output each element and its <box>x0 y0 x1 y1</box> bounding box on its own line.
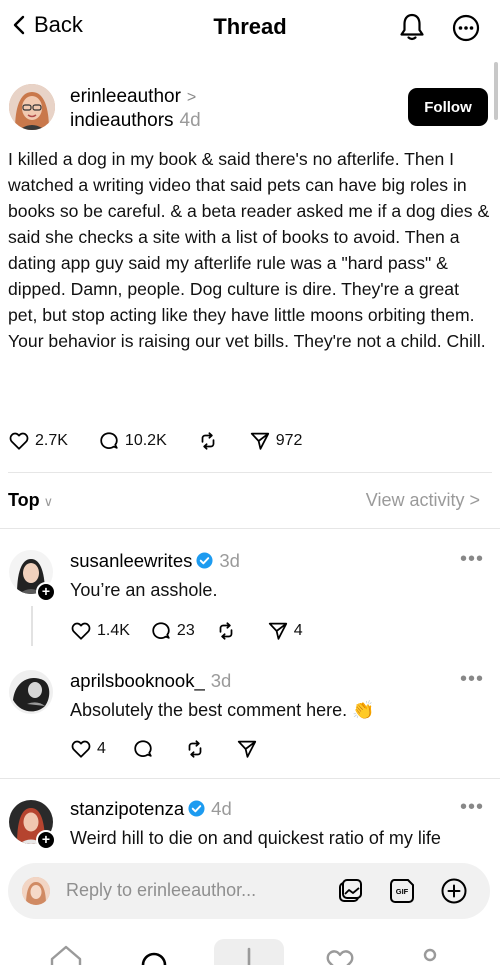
reply-username[interactable]: stanzipotenza <box>70 798 184 819</box>
share-button[interactable]: 972 <box>249 430 303 452</box>
follow-plus-icon[interactable]: + <box>36 582 56 602</box>
avatar[interactable] <box>9 84 55 130</box>
like-button[interactable]: 2.7K <box>8 430 68 452</box>
share-count: 4 <box>293 622 303 639</box>
more-options-icon[interactable] <box>452 14 480 42</box>
sort-dropdown[interactable]: Top ∨ <box>8 490 53 511</box>
share-count: 972 <box>275 432 303 449</box>
comment-button[interactable] <box>132 738 154 760</box>
repost-icon <box>188 740 202 758</box>
verified-badge-icon <box>196 552 213 569</box>
search-icon[interactable] <box>136 943 172 965</box>
view-activity-label: View activity <box>365 490 465 510</box>
reply-author: stanzipotenza 4d <box>70 798 232 820</box>
divider <box>8 472 492 473</box>
bottom-tab-bar <box>0 935 500 965</box>
like-count: 4 <box>97 740 106 757</box>
chevron-right-icon: > <box>469 490 480 510</box>
verified-badge-icon <box>188 800 205 817</box>
comment-count: 23 <box>176 622 195 639</box>
more-icon[interactable]: ••• <box>460 668 484 691</box>
follow-plus-icon[interactable]: + <box>36 830 56 850</box>
top-bar: Back Thread <box>0 0 500 56</box>
bell-icon[interactable] <box>398 12 426 42</box>
reply-text: Absolutely the best comment here. 👏 <box>70 700 375 721</box>
svg-text:GIF: GIF <box>396 887 409 896</box>
post-actions: 2.7K 10.2K 972 <box>8 430 332 452</box>
comment-icon <box>152 622 170 640</box>
reply-item: + stanzipotenza 4d ••• Weird hill to die … <box>0 796 500 856</box>
post-author[interactable]: erinleeauthor > <box>70 86 196 108</box>
more-icon[interactable]: ••• <box>460 548 484 571</box>
home-icon[interactable] <box>48 943 84 965</box>
reply-actions: 4 <box>70 738 288 760</box>
plus-icon <box>247 947 251 965</box>
create-tab[interactable] <box>214 939 284 965</box>
comment-button[interactable]: 10.2K <box>98 430 167 452</box>
add-icon[interactable] <box>440 877 468 905</box>
reply-input[interactable]: Reply to erinleeauthor... <box>66 880 256 901</box>
reply-item: + susanleewrites 3d ••• You’re an asshole… <box>0 546 500 646</box>
reply-time: 4d <box>211 798 232 819</box>
send-icon <box>250 432 269 450</box>
send-icon <box>268 622 287 640</box>
reply-username[interactable]: susanleewrites <box>70 550 192 571</box>
reply-text: You’re an asshole. <box>70 580 218 600</box>
reply-time: 3d <box>219 550 240 571</box>
repost-button[interactable] <box>184 738 206 760</box>
reply-text-content: Absolutely the best comment here. <box>70 700 348 720</box>
reply-actions: 1.4K 23 4 <box>70 620 333 642</box>
comment-icon <box>100 432 118 450</box>
share-button[interactable]: 4 <box>267 620 303 642</box>
gif-icon[interactable]: GIF <box>388 877 416 905</box>
thread-line <box>31 606 33 646</box>
heart-icon <box>71 622 91 640</box>
view-activity-link[interactable]: View activity > <box>366 490 480 511</box>
profile-icon[interactable] <box>412 943 448 965</box>
post-time: 4d <box>179 110 201 131</box>
share-button[interactable] <box>236 738 258 760</box>
reply-username[interactable]: aprilsbooknook_ <box>70 670 205 691</box>
like-button[interactable]: 1.4K <box>70 620 130 642</box>
post-subline: indieauthors 4d <box>70 110 201 132</box>
image-icon[interactable] <box>336 877 364 905</box>
reply-composer[interactable]: Reply to erinleeauthor... GIF <box>8 863 490 919</box>
sort-label: Top <box>8 490 40 510</box>
like-count: 1.4K <box>97 622 130 639</box>
scrollbar[interactable] <box>494 62 498 120</box>
repost-button[interactable] <box>197 430 219 452</box>
reply-author: susanleewrites 3d <box>70 550 240 572</box>
community-name[interactable]: indieauthors <box>70 110 174 131</box>
like-count: 2.7K <box>35 432 68 449</box>
heart-icon <box>9 432 29 450</box>
divider <box>0 528 500 529</box>
comment-icon <box>134 740 152 758</box>
divider <box>0 778 500 779</box>
heart-icon <box>71 740 91 758</box>
heart-icon[interactable] <box>322 943 358 965</box>
repost-icon <box>201 432 215 450</box>
repost-icon <box>219 622 233 640</box>
more-icon[interactable]: ••• <box>460 796 484 819</box>
like-button[interactable]: 4 <box>70 738 106 760</box>
clapping-hands-emoji: 👏 <box>352 700 375 720</box>
chevron-right-icon: > <box>186 89 197 106</box>
reply-author: aprilsbooknook_ 3d <box>70 670 231 692</box>
comment-count: 10.2K <box>124 432 167 449</box>
follow-button[interactable]: Follow <box>408 88 488 126</box>
reply-text: Weird hill to die on and quickest ratio … <box>70 828 441 848</box>
post-username[interactable]: erinleeauthor <box>70 86 181 107</box>
replies-header: Top ∨ View activity > <box>0 490 500 514</box>
send-icon <box>237 740 257 758</box>
reply-time: 3d <box>210 670 232 691</box>
comment-button[interactable]: 23 <box>150 620 195 642</box>
repost-button[interactable] <box>215 620 237 642</box>
reply-item: aprilsbooknook_ 3d ••• Absolutely the bes… <box>0 666 500 766</box>
post-text: I killed a dog in my book & said there's… <box>8 149 490 351</box>
chevron-down-icon: ∨ <box>43 494 54 509</box>
avatar[interactable] <box>9 670 53 714</box>
avatar <box>22 877 50 905</box>
